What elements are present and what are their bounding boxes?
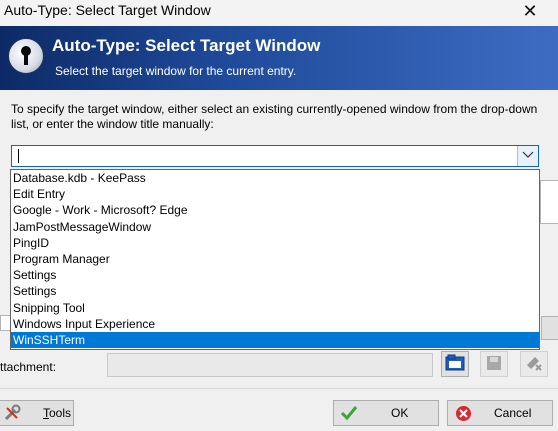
dropdown-item[interactable]: Program Manager bbox=[11, 251, 539, 267]
dropdown-item[interactable]: Snipping Tool bbox=[11, 300, 539, 316]
ok-button[interactable]: OK bbox=[333, 400, 439, 426]
dropdown-item[interactable]: Settings bbox=[11, 283, 539, 299]
ok-label: OK bbox=[391, 406, 409, 420]
cancel-label: Cancel bbox=[494, 406, 532, 420]
title-bar: Auto-Type: Select Target Window ✕ bbox=[0, 0, 558, 26]
folder-icon bbox=[445, 354, 465, 375]
close-button[interactable]: ✕ bbox=[520, 1, 540, 22]
dropdown-item[interactable]: Edit Entry bbox=[11, 186, 539, 202]
save-attachment-button[interactable] bbox=[480, 351, 508, 377]
background-panel-fragment bbox=[540, 180, 558, 224]
target-window-combobox[interactable] bbox=[11, 145, 539, 167]
dropdown-item[interactable]: WinSSHTerm bbox=[11, 331, 539, 349]
dropdown-item[interactable]: PingID bbox=[11, 235, 539, 251]
background-button-fragment bbox=[541, 316, 558, 340]
dropdown-arrow-button[interactable] bbox=[517, 146, 538, 166]
attachment-field bbox=[107, 353, 433, 377]
instructions-text: To specify the target window, either sel… bbox=[11, 102, 538, 131]
banner-title: Auto-Type: Select Target Window bbox=[52, 36, 321, 55]
dropdown-item[interactable]: Google - Work - Microsoft? Edge bbox=[11, 202, 539, 218]
wrench-icon bbox=[3, 404, 21, 425]
cancel-icon bbox=[455, 405, 472, 425]
tools-button[interactable]: Tools bbox=[0, 400, 74, 426]
window-dropdown-list[interactable]: Database.kdb - KeePass Edit Entry Google -… bbox=[10, 169, 540, 350]
remove-attachment-button[interactable] bbox=[520, 351, 548, 377]
dropdown-item[interactable]: Windows Input Experience bbox=[11, 316, 539, 332]
header-banner: Auto-Type: Select Target Window Select t… bbox=[0, 26, 558, 90]
disk-icon bbox=[486, 355, 502, 374]
window-title: Auto-Type: Select Target Window bbox=[4, 2, 211, 18]
footer-divider bbox=[0, 388, 558, 389]
open-attachment-button[interactable] bbox=[441, 351, 469, 377]
text-caret bbox=[18, 149, 19, 163]
banner-subtitle: Select the target window for the current… bbox=[55, 64, 297, 78]
keyhole-icon bbox=[8, 38, 44, 74]
dropdown-item[interactable]: JamPostMessageWindow bbox=[11, 219, 539, 235]
dropdown-item[interactable]: Database.kdb - KeePass bbox=[11, 170, 539, 186]
delete-icon bbox=[525, 355, 543, 374]
check-icon bbox=[340, 404, 358, 425]
cancel-button[interactable]: Cancel bbox=[447, 400, 553, 426]
chevron-down-icon bbox=[522, 150, 534, 162]
tools-label: Tools bbox=[43, 406, 72, 420]
attachment-label: ttachment: bbox=[0, 360, 57, 374]
dropdown-item[interactable]: Settings bbox=[11, 267, 539, 283]
